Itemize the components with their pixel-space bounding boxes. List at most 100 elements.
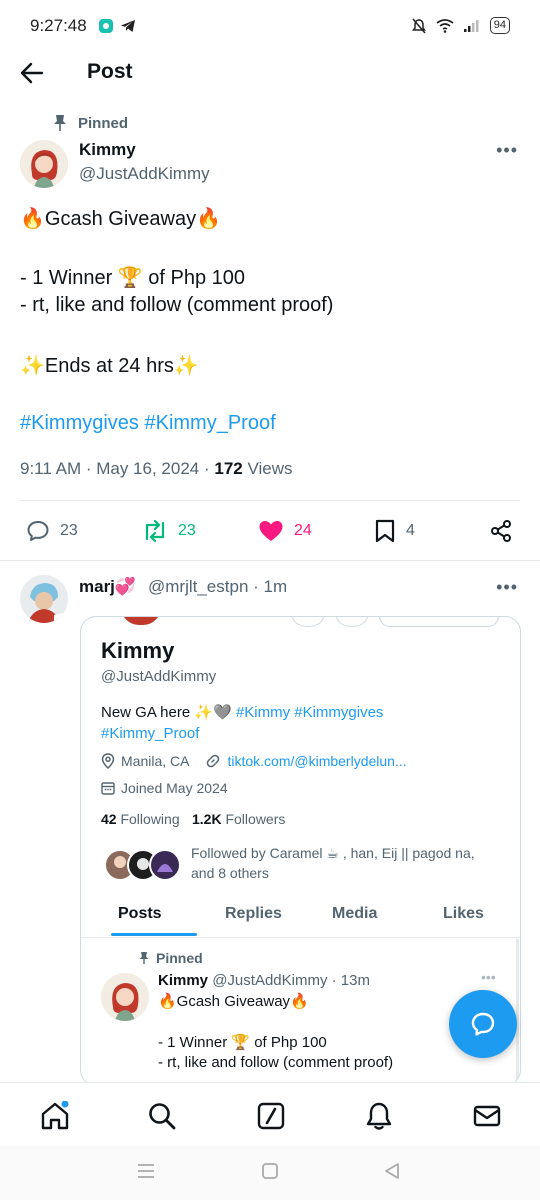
profile-tab-posts: Posts xyxy=(118,905,162,922)
chat-app-icon xyxy=(98,18,114,34)
reply-count: 23 xyxy=(60,522,78,539)
profile-bio-line-1: New GA here ✨🩶 #Kimmy #Kimmygives xyxy=(101,703,383,721)
reply-handle-time[interactable]: @mrjlt_estpn · 1m xyxy=(148,577,287,597)
tweet-line-4: ✨Ends at 24 hrs✨ xyxy=(20,355,199,377)
reply-button[interactable]: 23 xyxy=(26,519,78,543)
more-options-icon[interactable]: ••• xyxy=(496,140,518,161)
followers-label: Followers xyxy=(225,811,286,827)
active-tab-indicator xyxy=(111,933,197,936)
followed-by-line-2: and 8 others xyxy=(191,865,269,881)
link-icon xyxy=(207,754,220,768)
wifi-icon xyxy=(436,18,454,33)
mini-line-1: 🔥Gcash Giveaway🔥 xyxy=(158,993,309,1010)
pinned-indicator: Pinned xyxy=(52,114,128,132)
recents-icon xyxy=(138,1164,154,1178)
like-button[interactable]: 24 xyxy=(258,519,312,543)
divider xyxy=(20,500,520,501)
pinned-label: Pinned xyxy=(78,114,129,132)
profile-avatar-cropped xyxy=(121,617,161,625)
followers-stat: 1.2K Followers xyxy=(192,811,285,827)
profile-tab-replies: Replies xyxy=(225,905,282,922)
nav-grok[interactable] xyxy=(256,1101,286,1131)
mute-bell-icon xyxy=(411,18,426,34)
followed-by-line-1: Followed by Caramel ☕ , han, Eij || pago… xyxy=(191,845,475,862)
author-name[interactable]: Kimmy xyxy=(79,140,136,160)
bio-text: New GA here ✨🩶 xyxy=(101,704,232,721)
recents-button[interactable] xyxy=(137,1163,155,1179)
profile-name: Kimmy xyxy=(101,638,175,663)
mini-line-3: - rt, like and follow (comment proof) xyxy=(158,1054,394,1071)
reply-avatar[interactable] xyxy=(20,575,68,623)
home-system-button[interactable] xyxy=(262,1163,278,1179)
calendar-icon xyxy=(101,782,115,795)
heart-filled-icon xyxy=(259,521,283,541)
nav-search[interactable] xyxy=(147,1101,177,1131)
grok-icon xyxy=(257,1102,285,1130)
tweet-line-3: - rt, like and follow (comment proof) xyxy=(20,294,334,316)
profile-action-circle xyxy=(336,617,368,627)
bio-hashtag: #Kimmygives xyxy=(294,704,384,721)
reply-author-name[interactable]: marj💞 xyxy=(79,577,136,597)
profile-action-circle xyxy=(292,617,324,627)
back-button[interactable] xyxy=(20,62,44,84)
bookmark-count: 4 xyxy=(406,522,415,539)
signal-icon xyxy=(463,19,480,32)
follow-button-outline xyxy=(379,617,499,627)
compose-reply-button[interactable] xyxy=(449,990,517,1058)
mail-icon xyxy=(473,1105,501,1127)
profile-tab-likes: Likes xyxy=(443,905,484,922)
square-icon xyxy=(262,1163,278,1179)
following-stat: 42 Following xyxy=(101,811,180,827)
bottom-navigation xyxy=(0,1082,540,1146)
status-system-icons: 94 xyxy=(411,17,510,34)
mini-pin-icon xyxy=(139,952,149,964)
back-triangle-icon xyxy=(385,1163,399,1179)
mini-author-name: Kimmy xyxy=(158,972,209,989)
bio-hashtag: #Kimmy xyxy=(235,704,291,721)
hashtag-link[interactable]: #Kimmygives xyxy=(20,412,139,434)
repost-count: 23 xyxy=(178,522,196,539)
page-title: Post xyxy=(87,60,133,83)
author-handle[interactable]: @JustAddKimmy xyxy=(79,164,210,184)
back-system-button[interactable] xyxy=(383,1162,401,1180)
profile-joined-row: Joined May 2024 xyxy=(101,780,228,796)
system-navigation-bar xyxy=(0,1146,540,1200)
mini-more-icon: ••• xyxy=(481,969,496,985)
card-scrollbar xyxy=(516,939,519,1085)
reply-avatar-photo xyxy=(20,575,68,623)
tweet-meta: 9:11 AM · May 16, 2024 · 172 Views xyxy=(20,459,293,479)
comment-icon xyxy=(27,521,49,541)
repost-button[interactable]: 23 xyxy=(142,519,196,543)
profile-handle: @JustAddKimmy xyxy=(101,668,217,685)
share-button[interactable] xyxy=(489,519,513,543)
author-avatar[interactable] xyxy=(20,140,68,188)
location-pin-icon xyxy=(101,753,115,769)
profile-bio-line-2: #Kimmy_Proof xyxy=(101,725,199,742)
mini-pinned-indicator: Pinned xyxy=(138,950,203,966)
pin-icon xyxy=(52,114,68,132)
nav-home[interactable] xyxy=(40,1101,70,1131)
hashtag-link[interactable]: #Kimmy_Proof xyxy=(144,412,275,434)
mutual-followers-avatars xyxy=(104,849,181,881)
tweet-hashtags: #Kimmygives #Kimmy_Proof xyxy=(20,412,276,435)
followers-avatars xyxy=(103,848,183,882)
nav-notifications[interactable] xyxy=(364,1101,394,1131)
views-label: Views xyxy=(247,459,293,478)
tweet-line-1: 🔥Gcash Giveaway🔥 xyxy=(20,208,221,230)
telegram-icon xyxy=(120,18,136,34)
reply-more-options-icon[interactable]: ••• xyxy=(496,577,518,598)
following-label: Following xyxy=(120,811,180,827)
following-count: 42 xyxy=(101,811,117,827)
bookmark-button[interactable]: 4 xyxy=(374,519,415,543)
followed-by-text: Followed by Caramel ☕ , han, Eij || pago… xyxy=(191,845,475,861)
tweet-timestamp[interactable]: 9:11 AM · May 16, 2024 · xyxy=(20,459,210,478)
nav-messages[interactable] xyxy=(472,1101,502,1131)
mini-line-2: - 1 Winner 🏆 of Php 100 xyxy=(158,1034,327,1051)
battery-indicator: 94 xyxy=(489,17,510,34)
views-count: 172 xyxy=(214,459,243,478)
followers-count: 1.2K xyxy=(192,811,222,827)
mini-pinned-label: Pinned xyxy=(156,950,203,966)
back-arrow-icon xyxy=(20,62,44,84)
section-divider xyxy=(0,560,540,561)
status-time: 9:27:48 xyxy=(30,16,87,35)
